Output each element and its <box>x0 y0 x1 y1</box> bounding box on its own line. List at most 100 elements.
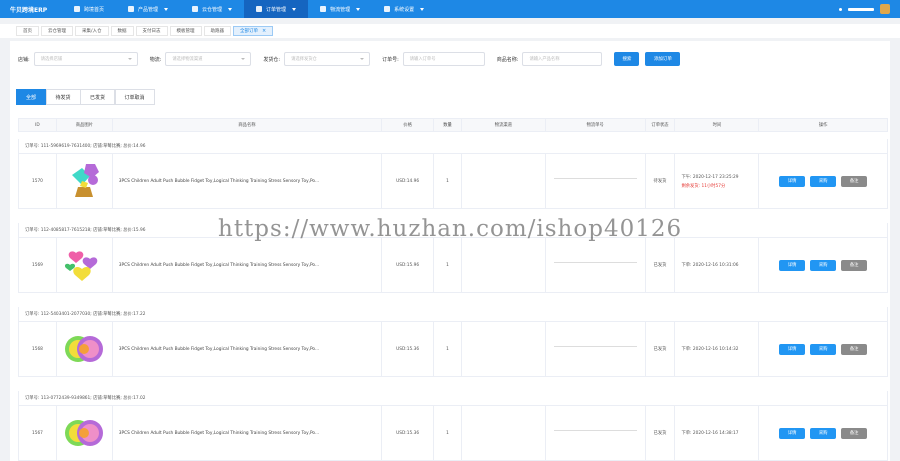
row-actions: 详情 采购 备注 <box>759 322 887 376</box>
home-icon <box>74 6 80 12</box>
detail-button[interactable]: 详情 <box>779 343 806 355</box>
product-thumbnail[interactable] <box>57 238 113 292</box>
add-order-button[interactable]: 添加订单 <box>645 52 681 66</box>
search-button[interactable]: 搜索 <box>614 52 640 66</box>
product-name-placeholder: 请输入产品名称 <box>529 57 560 62</box>
tab-cloud-warehouse[interactable]: 云仓管理 <box>41 26 73 36</box>
status-tab-all[interactable]: 全部 <box>16 89 47 105</box>
order-id: 1567 <box>19 406 57 460</box>
col-qty: 数量 <box>434 119 462 131</box>
note-button[interactable]: 备注 <box>841 343 868 355</box>
product-name-input[interactable]: 请输入产品名称 <box>522 52 603 66</box>
detail-button[interactable]: 详情 <box>779 259 806 271</box>
tab-all-orders[interactable]: 全部订单 × <box>233 26 274 36</box>
table-row: 1569 3PCS Children Adult Push Bubble Fid… <box>18 237 888 293</box>
price: USD:14.96 <box>382 154 435 208</box>
chevron-down-icon <box>164 7 169 11</box>
tab-templates[interactable]: 模板管理 <box>169 26 202 36</box>
tracking-number[interactable] <box>546 322 646 376</box>
chevron-down-icon <box>228 7 233 11</box>
nav-label: 跨境首页 <box>84 6 105 13</box>
quantity: 1 <box>434 154 462 208</box>
product-image <box>62 159 106 203</box>
detail-button[interactable]: 详情 <box>779 427 806 439</box>
order-summary: 订单号: 113-0772439-9349861; 店铺:草莓比赛; 总价:17… <box>18 391 888 405</box>
note-button[interactable]: 备注 <box>841 175 868 187</box>
detail-button[interactable]: 详情 <box>779 175 806 187</box>
tracking-number[interactable] <box>546 238 646 292</box>
purchase-button[interactable]: 采购 <box>810 427 837 439</box>
cart-icon <box>256 6 263 12</box>
shop-placeholder: 请选择店铺 <box>40 57 63 62</box>
price: USD:15.36 <box>382 406 435 460</box>
nav-label: 物流管理 <box>330 6 351 13</box>
product-title[interactable]: 3PCS Children Adult Push Bubble Fidget T… <box>113 238 383 292</box>
note-button[interactable]: 备注 <box>841 259 868 271</box>
product-title[interactable]: 3PCS Children Adult Push Bubble Fidget T… <box>113 154 383 208</box>
product-thumbnail[interactable] <box>57 154 113 208</box>
nav-item-logistics[interactable]: 物流管理 <box>308 0 372 18</box>
tab-collect[interactable]: 采集/入仓 <box>75 26 109 36</box>
purchase-button[interactable]: 采购 <box>810 343 837 355</box>
nav-item-home[interactable]: 跨境首页 <box>62 0 116 18</box>
logistics-select[interactable]: 请选择物流渠道 <box>165 52 252 66</box>
order-id: 1570 <box>19 154 57 208</box>
nav-item-settings[interactable]: 系统设置 <box>372 0 436 18</box>
row-actions: 详情 采购 备注 <box>759 154 887 208</box>
logistics-channel <box>462 322 546 376</box>
order-summary: 订单号: 111-5969619-7631400; 店铺:草莓比赛; 总价:14… <box>18 139 888 153</box>
price: USD:15.96 <box>382 238 435 292</box>
app-brand[interactable]: 牛贝跨境ERP <box>0 5 62 14</box>
close-icon[interactable]: × <box>262 28 266 34</box>
order-time: 下单: 2020-12-16 14:38:17 <box>681 431 739 436</box>
purchase-button[interactable]: 采购 <box>810 175 837 187</box>
col-tracking: 物流单号 <box>546 119 646 131</box>
status-dot-icon <box>839 7 842 11</box>
quantity: 1 <box>434 238 462 292</box>
product-thumbnail[interactable] <box>57 406 113 460</box>
order-time: 下单: 2020-12-16 10:14:32 <box>681 347 739 352</box>
order-id: 1568 <box>19 322 57 376</box>
note-button[interactable]: 备注 <box>841 427 868 439</box>
avatar[interactable] <box>880 4 890 14</box>
shop-select[interactable]: 请选择店铺 <box>33 52 138 66</box>
chevron-down-icon <box>127 58 132 60</box>
nav-item-products[interactable]: 产品管理 <box>116 0 180 18</box>
tab-payment-log[interactable]: 支付日志 <box>135 26 168 36</box>
order-group: 订单号: 112-4085817-7615218; 店铺:草莓比赛; 总价:15… <box>18 223 888 293</box>
status-tab-cancelled[interactable]: 订单取消 <box>114 89 155 105</box>
col-price: 价格 <box>382 119 435 131</box>
status-tab-pending[interactable]: 待发货 <box>45 89 81 105</box>
user-area[interactable] <box>839 4 900 14</box>
nav-item-cloud-warehouse[interactable]: 云仓管理 <box>180 0 244 18</box>
tracking-number[interactable] <box>546 154 646 208</box>
tab-booster[interactable]: 助跑器 <box>203 26 232 36</box>
order-time: 下单: 2020-12-16 10:31:06 <box>681 263 739 268</box>
fidget-toy-image <box>72 164 100 197</box>
order-summary: 订单号: 112-5403401-2077030; 店铺:草莓比赛; 总价:17… <box>18 307 888 321</box>
nav-item-orders[interactable]: 订单管理 <box>244 0 309 18</box>
order-status: 已发货 <box>646 322 676 376</box>
tab-home[interactable]: 首页 <box>16 26 39 36</box>
warehouse-select[interactable]: 请选择发货仓 <box>284 52 371 66</box>
product-title[interactable]: 3PCS Children Adult Push Bubble Fidget T… <box>113 322 383 376</box>
product-title[interactable]: 3PCS Children Adult Push Bubble Fidget T… <box>113 406 383 460</box>
col-image: 商品图片 <box>57 119 113 131</box>
product-thumbnail[interactable] <box>57 322 113 376</box>
product-name-label: 商品名称: <box>496 56 519 63</box>
chevron-down-icon <box>356 7 361 11</box>
col-actions: 操作 <box>818 123 828 128</box>
order-no-input[interactable]: 请输入订单号 <box>402 52 485 66</box>
order-time: 下午: 2020-12-17 23:25:29 <box>681 174 739 180</box>
tracking-underline <box>553 262 637 263</box>
tab-data[interactable]: 数据 <box>110 26 134 36</box>
order-status: 已发货 <box>646 406 676 460</box>
quantity: 1 <box>434 322 462 376</box>
tracking-number[interactable] <box>546 406 646 460</box>
order-summary: 订单号: 112-4085817-7615218; 店铺:草莓比赛; 总价:15… <box>18 223 888 237</box>
row-actions: 详情 采购 备注 <box>759 238 887 292</box>
status-tab-shipped[interactable]: 已发货 <box>80 89 116 105</box>
row-actions: 详情 采购 备注 <box>759 406 887 460</box>
purchase-button[interactable]: 采购 <box>810 259 837 271</box>
logistics-placeholder: 请选择物流渠道 <box>172 57 203 62</box>
